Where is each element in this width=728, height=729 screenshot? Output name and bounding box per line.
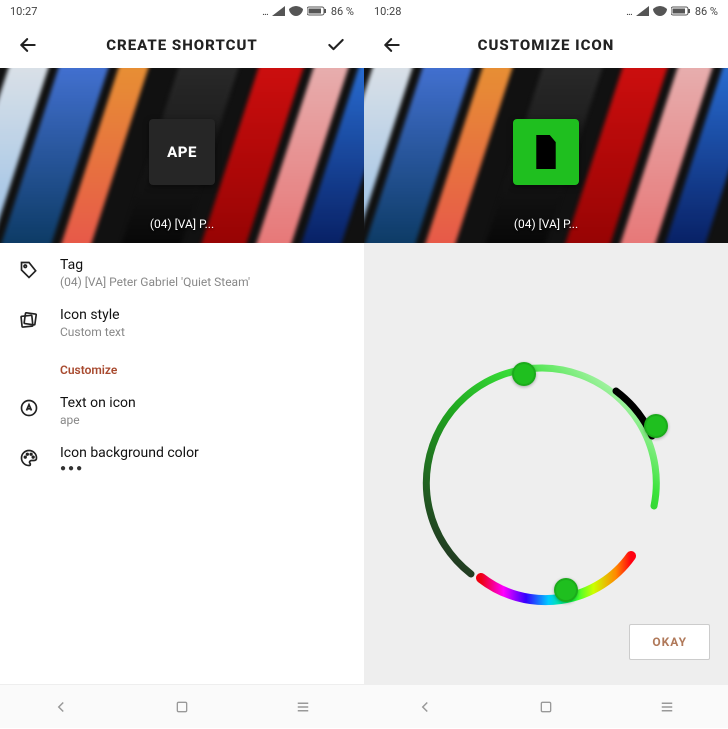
row-value: Custom text (60, 325, 125, 339)
status-bar: 10:28 ... 86 % (364, 0, 728, 22)
status-time: 10:28 (374, 5, 401, 18)
style-icon (18, 309, 40, 331)
color-wheel[interactable] (416, 356, 676, 616)
row-label: Tag (60, 257, 250, 273)
saturation-handle[interactable] (512, 362, 536, 386)
nav-back-icon (52, 698, 70, 716)
app-bar: Create shortcut (0, 22, 364, 68)
back-button[interactable] (12, 29, 44, 61)
nav-bar (364, 684, 728, 728)
nav-bar (0, 684, 364, 728)
nav-recent-icon (294, 698, 312, 716)
row-label: Icon style (60, 307, 125, 323)
spacer (684, 29, 716, 61)
row-value: ●●● (60, 463, 199, 474)
text-icon (18, 397, 40, 419)
row-bg-color[interactable]: Icon background color ●●● (18, 445, 346, 474)
brightness-handle[interactable] (644, 414, 668, 438)
nav-recent[interactable] (637, 685, 697, 729)
hue-handle[interactable] (554, 578, 578, 602)
signal-icon (272, 6, 285, 16)
signal-secondary-icon: ... (262, 5, 268, 18)
confirm-button[interactable] (320, 29, 352, 61)
status-icons: ... 86 % (626, 5, 718, 18)
row-icon-style[interactable]: Icon style Custom text (18, 307, 346, 339)
nav-home-icon (538, 699, 554, 715)
app-bar: Customize icon (364, 22, 728, 68)
okay-button[interactable]: OKAY (629, 624, 710, 660)
signal-icon (636, 6, 649, 16)
row-tag[interactable]: Tag (04) [VA] Peter Gabriel 'Quiet Steam… (18, 257, 346, 289)
signal-secondary-icon: ... (626, 5, 632, 18)
file-icon (531, 135, 561, 169)
nav-recent[interactable] (273, 685, 333, 729)
nav-recent-icon (658, 698, 676, 716)
icon-preview: (04) [VA] P... (364, 68, 728, 243)
shortcut-caption: (04) [VA] P... (514, 217, 578, 231)
nav-home[interactable] (152, 685, 212, 729)
arrow-left-icon (18, 35, 38, 55)
arrow-left-icon (382, 35, 402, 55)
screen-customize-icon: 10:28 ... 86 % Customize icon (04) [V (364, 0, 728, 728)
nav-home[interactable] (516, 685, 576, 729)
nav-back[interactable] (395, 685, 455, 729)
row-value: ape (60, 413, 136, 427)
tag-icon (18, 259, 40, 281)
wifi-icon (653, 6, 667, 16)
status-icons: ... 86 % (262, 5, 354, 18)
shortcut-caption: (04) [VA] P... (150, 217, 214, 231)
color-wheel-svg (416, 356, 676, 616)
nav-back[interactable] (31, 685, 91, 729)
row-value: (04) [VA] Peter Gabriel 'Quiet Steam' (60, 275, 250, 289)
shortcut-icon-tile (513, 119, 579, 185)
icon-preview: APE (04) [VA] P... (0, 68, 364, 243)
battery-icon (671, 6, 691, 16)
battery-percent: 86 % (331, 5, 354, 18)
tile-text: APE (167, 143, 197, 161)
row-text-on-icon[interactable]: Text on icon ape (18, 395, 346, 427)
shortcut-icon-tile: APE (149, 119, 215, 185)
battery-icon (307, 6, 327, 16)
nav-back-icon (416, 698, 434, 716)
row-label: Icon background color (60, 445, 199, 461)
row-label: Text on icon (60, 395, 136, 411)
battery-percent: 86 % (695, 5, 718, 18)
page-title: Customize icon (408, 36, 684, 54)
nav-home-icon (174, 699, 190, 715)
wifi-icon (289, 6, 303, 16)
section-customize: Customize (60, 363, 346, 377)
screen-create-shortcut: 10:27 ... 86 % Create shortcut APE (0, 0, 364, 728)
back-button[interactable] (376, 29, 408, 61)
check-icon (326, 35, 346, 55)
options-list: Tag (04) [VA] Peter Gabriel 'Quiet Steam… (0, 243, 364, 488)
page-title: Create shortcut (44, 36, 320, 54)
palette-icon (18, 447, 40, 469)
status-bar: 10:27 ... 86 % (0, 0, 364, 22)
status-time: 10:27 (10, 5, 37, 18)
